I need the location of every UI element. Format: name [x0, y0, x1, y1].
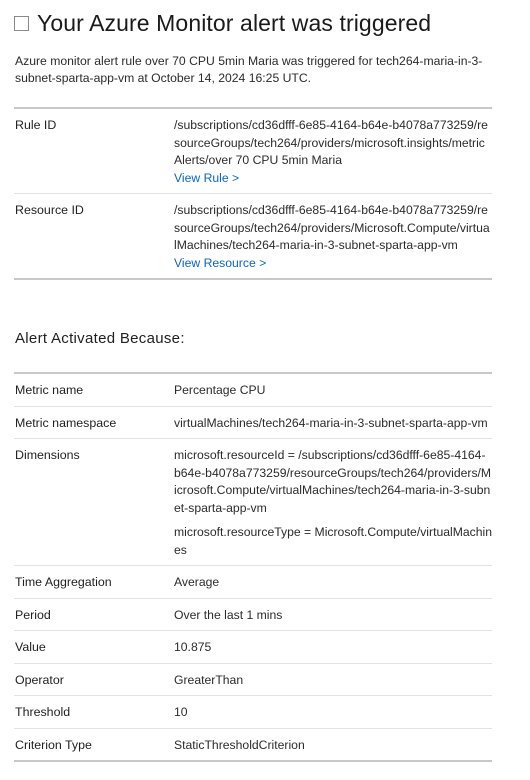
table-row: Value 10.875 — [14, 631, 492, 664]
metric-namespace-label: Metric namespace — [15, 415, 117, 430]
criterion-type-label: Criterion Type — [15, 737, 92, 752]
page-title: Your Azure Monitor alert was triggered — [37, 10, 432, 36]
criterion-type-value: StaticThresholdCriterion — [174, 737, 305, 752]
rule-id-value-cell: /subscriptions/cd36dfff-6e85-4164-b64e-b… — [174, 117, 492, 187]
rule-id-value: /subscriptions/cd36dfff-6e85-4164-b64e-b… — [174, 118, 488, 167]
threshold-value: 10 — [174, 705, 188, 719]
operator-label: Operator — [15, 672, 64, 687]
resource-id-value: /subscriptions/cd36dfff-6e85-4164-b64e-b… — [174, 203, 490, 252]
metrics-table: Metric name Percentage CPU Metric namesp… — [14, 372, 492, 762]
table-row: Dimensions microsoft.resourceId = /subsc… — [14, 439, 492, 566]
value-value: 10.875 — [174, 640, 212, 654]
dimensions-value: microsoft.resourceId = /subscriptions/cd… — [174, 447, 492, 559]
value-label: Value — [15, 640, 46, 654]
dimensions-label: Dimensions — [15, 448, 80, 462]
table-row: Metric name Percentage CPU — [14, 374, 492, 407]
metric-namespace-value: virtualMachines/tech264-maria-in-3-subne… — [174, 415, 488, 430]
threshold-label: Threshold — [15, 705, 71, 719]
period-label: Period — [15, 607, 51, 622]
resource-id-value-cell: /subscriptions/cd36dfff-6e85-4164-b64e-b… — [174, 202, 492, 272]
table-row-rule-id: Rule ID /subscriptions/cd36dfff-6e85-416… — [14, 109, 492, 194]
dimension-resource-type: microsoft.resourceType = Microsoft.Compu… — [174, 525, 493, 557]
table-row: Time Aggregation Average — [14, 566, 492, 599]
time-aggregation-label: Time Aggregation — [15, 575, 112, 589]
table-row: Operator GreaterThan — [14, 664, 492, 696]
table-row: Criterion Type StaticThresholdCriterion — [14, 729, 492, 761]
time-aggregation-value: Average — [174, 575, 220, 589]
table-row: Period Over the last 1 mins — [14, 599, 492, 631]
metric-name-label: Metric name — [15, 383, 84, 397]
email-body: Your Azure Monitor alert was triggered A… — [0, 0, 530, 780]
resource-id-label: Resource ID — [15, 203, 84, 217]
table-row: Metric namespace virtualMachines/tech264… — [14, 407, 492, 439]
table-row: Threshold 10 — [14, 696, 492, 729]
operator-value: GreaterThan — [174, 672, 244, 687]
section-title: Alert Activated Because: — [15, 330, 185, 347]
checkbox-icon — [14, 16, 29, 31]
metric-name-value: Percentage CPU — [174, 383, 266, 397]
rule-id-label: Rule ID — [15, 118, 57, 132]
dimension-resource-id: microsoft.resourceId = /subscriptions/cd… — [174, 448, 492, 515]
view-resource-link[interactable]: View Resource > — [174, 255, 492, 273]
period-value: Over the last 1 mins — [174, 607, 283, 622]
table-row-resource-id: Resource ID /subscriptions/cd36dfff-6e85… — [14, 194, 492, 278]
alert-info-table: Rule ID /subscriptions/cd36dfff-6e85-416… — [14, 107, 492, 280]
header: Your Azure Monitor alert was triggered — [14, 10, 431, 37]
view-rule-link[interactable]: View Rule > — [174, 170, 492, 188]
intro-text: Azure monitor alert rule over 70 CPU 5mi… — [15, 54, 483, 85]
